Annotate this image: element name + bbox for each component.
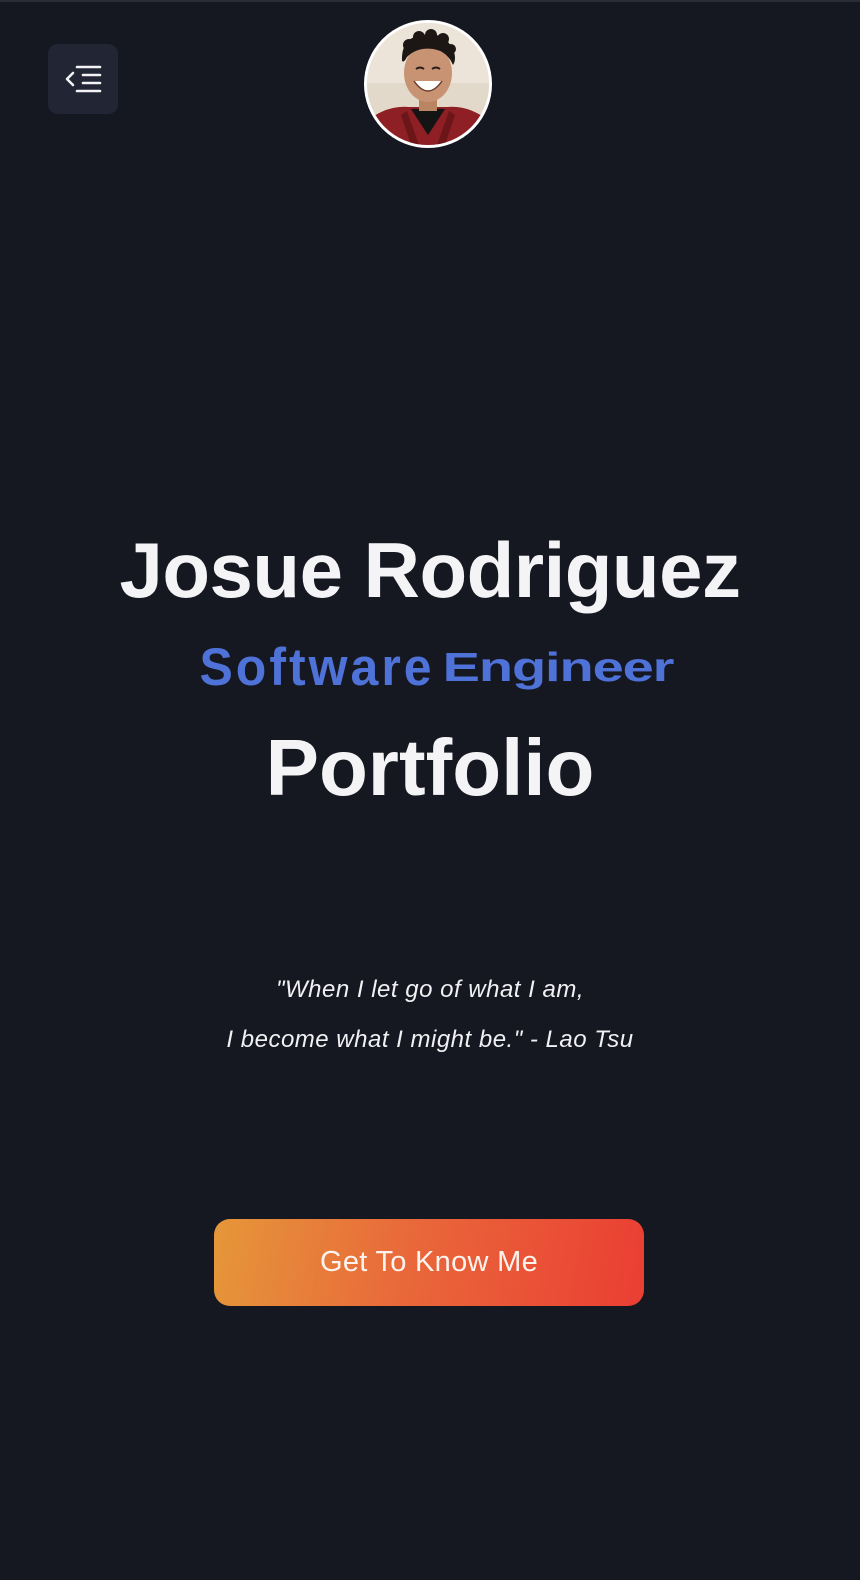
menu-button[interactable] [48, 44, 118, 114]
menu-collapse-icon [65, 65, 102, 93]
quote-line-2: I become what I might be." - Lao Tsu [226, 1026, 634, 1053]
top-edge-divider [0, 0, 860, 2]
profile-photo [367, 23, 489, 145]
get-to-know-me-button[interactable]: Get To Know Me [214, 1219, 644, 1306]
hero-title: Portfolio [265, 723, 595, 812]
avatar[interactable] [364, 20, 492, 148]
quote: "When I let go of what I am, I become wh… [0, 965, 860, 1065]
hero-role-word-software: Software [199, 637, 435, 697]
hero-role-word-engineer: Engineer [442, 644, 674, 690]
hero-role: Software Engineer [0, 632, 860, 702]
hero-name: Josue Rodriguez [119, 526, 741, 614]
quote-line-1: "When I let go of what I am, [276, 976, 584, 1003]
